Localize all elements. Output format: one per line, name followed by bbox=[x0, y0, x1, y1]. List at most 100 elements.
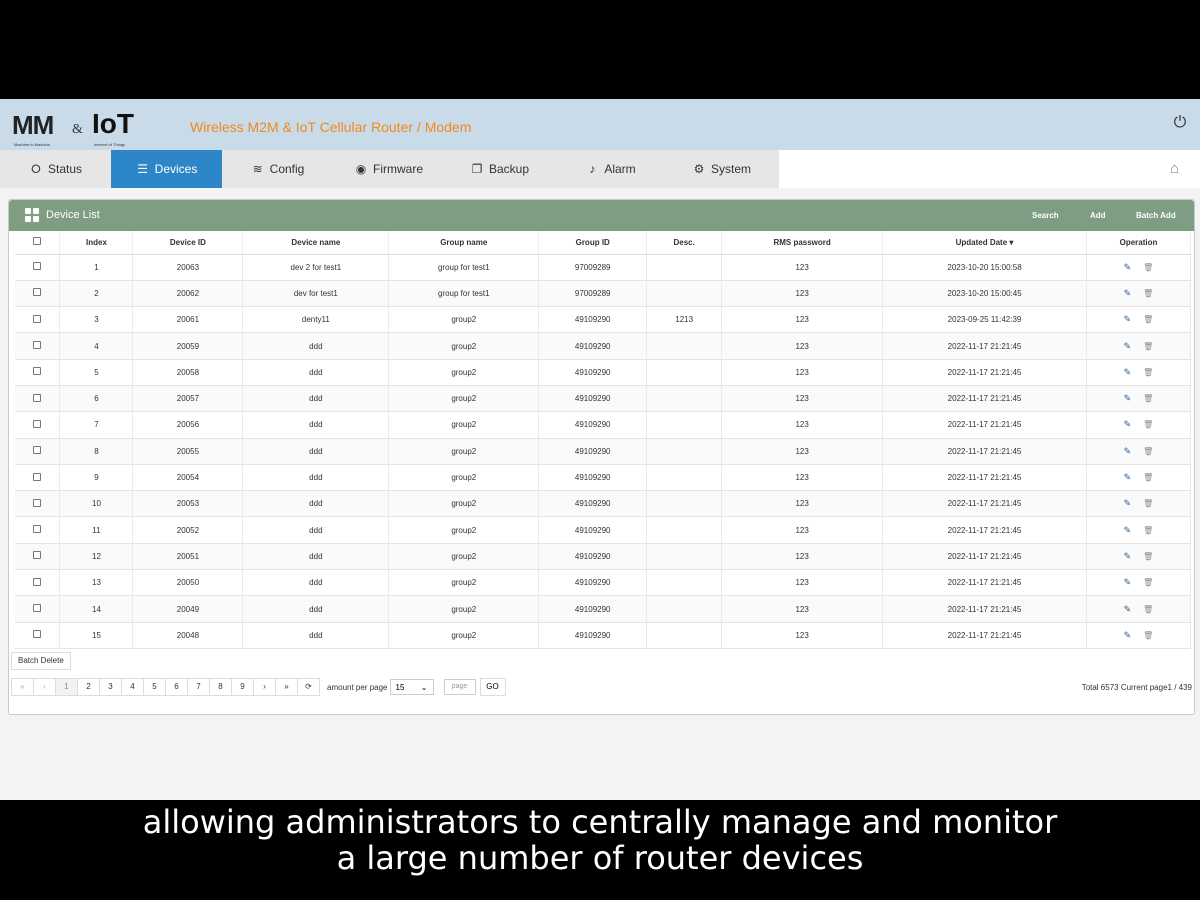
col-device-id[interactable]: Device ID bbox=[132, 231, 244, 255]
home-icon[interactable]: ⌂ bbox=[1170, 160, 1188, 178]
trash-icon[interactable]: 🗑 bbox=[1143, 447, 1153, 456]
edit-icon[interactable]: ✎ bbox=[1124, 393, 1132, 404]
edit-icon[interactable]: ✎ bbox=[1124, 551, 1132, 562]
table-row[interactable]: 13 20050 ddd group2 49109290 123 2022-11-17 21… bbox=[15, 569, 1192, 597]
row-checkbox[interactable] bbox=[33, 551, 42, 560]
row-checkbox[interactable] bbox=[33, 314, 42, 323]
table-row[interactable]: 2 20062 dev for test1 group for test1 970092… bbox=[15, 280, 1192, 308]
table-row[interactable]: 12 20051 ddd group2 49109290 123 2022-11-17 21… bbox=[15, 543, 1192, 571]
trash-icon[interactable]: 🗑 bbox=[1143, 605, 1153, 614]
col-group-id[interactable]: Group ID bbox=[538, 231, 648, 255]
batch-add-button[interactable]: Batch Add bbox=[1136, 211, 1176, 220]
row-checkbox[interactable] bbox=[33, 367, 42, 376]
tab-firmware[interactable]: ◉ Firmware bbox=[333, 150, 444, 188]
tab-backup[interactable]: ❐ Backup bbox=[444, 150, 555, 188]
table-row[interactable]: 15 20048 ddd group2 49109290 123 2022-11-17 21… bbox=[15, 622, 1192, 649]
row-checkbox[interactable] bbox=[33, 472, 42, 481]
row-checkbox[interactable] bbox=[33, 525, 42, 534]
tab-devices[interactable]: ☰ Devices bbox=[111, 150, 222, 188]
trash-icon[interactable]: 🗑 bbox=[1143, 499, 1153, 508]
edit-icon[interactable]: ✎ bbox=[1124, 367, 1132, 378]
tab-alarm[interactable]: ♪ Alarm bbox=[555, 150, 666, 188]
trash-icon[interactable]: 🗑 bbox=[1143, 526, 1153, 535]
edit-icon[interactable]: ✎ bbox=[1124, 419, 1132, 430]
trash-icon[interactable]: 🗑 bbox=[1143, 289, 1153, 298]
page-2-button[interactable]: 2 bbox=[77, 678, 100, 696]
col-updated-date[interactable]: Updated Date ▾ bbox=[882, 231, 1087, 255]
trash-icon[interactable]: 🗑 bbox=[1143, 631, 1153, 640]
table-row[interactable]: 6 20057 ddd group2 49109290 123 2022-11-17 21:… bbox=[15, 385, 1192, 413]
trash-icon[interactable]: 🗑 bbox=[1143, 263, 1153, 272]
col-group-name[interactable]: Group name bbox=[388, 231, 540, 255]
table-row[interactable]: 9 20054 ddd group2 49109290 123 2022-11-17 21:… bbox=[15, 464, 1192, 492]
row-checkbox[interactable] bbox=[33, 498, 42, 507]
table-row[interactable]: 7 20056 ddd group2 49109290 123 2022-11-17 21:… bbox=[15, 411, 1192, 439]
page-3-button[interactable]: 3 bbox=[99, 678, 122, 696]
page-1-button[interactable]: 1 bbox=[55, 678, 78, 696]
table-row[interactable]: 11 20052 ddd group2 49109290 123 2022-11-17 21… bbox=[15, 516, 1192, 544]
edit-icon[interactable]: ✎ bbox=[1124, 341, 1132, 352]
row-checkbox[interactable] bbox=[33, 419, 42, 428]
page-8-button[interactable]: 8 bbox=[209, 678, 232, 696]
row-checkbox[interactable] bbox=[33, 446, 42, 455]
last-page-button[interactable]: » bbox=[275, 678, 298, 696]
edit-icon[interactable]: ✎ bbox=[1124, 288, 1132, 299]
select-all-checkbox[interactable] bbox=[33, 237, 42, 246]
trash-icon[interactable]: 🗑 bbox=[1143, 394, 1153, 403]
tab-system[interactable]: ⚙ System bbox=[666, 150, 777, 188]
edit-icon[interactable]: ✎ bbox=[1124, 604, 1132, 615]
trash-icon[interactable]: 🗑 bbox=[1143, 315, 1153, 324]
col-index[interactable]: Index bbox=[59, 231, 134, 255]
batch-delete-button[interactable]: Batch Delete bbox=[11, 652, 71, 670]
tab-config[interactable]: ≋ Config bbox=[222, 150, 333, 188]
power-icon[interactable]: ⏻ bbox=[1170, 114, 1190, 134]
trash-icon[interactable]: 🗑 bbox=[1143, 578, 1153, 587]
page-5-button[interactable]: 5 bbox=[143, 678, 166, 696]
trash-icon[interactable]: 🗑 bbox=[1143, 342, 1153, 351]
page-4-button[interactable]: 4 bbox=[121, 678, 144, 696]
first-page-button[interactable]: « bbox=[11, 678, 34, 696]
trash-icon[interactable]: 🗑 bbox=[1143, 368, 1153, 377]
edit-icon[interactable]: ✎ bbox=[1124, 630, 1132, 641]
row-checkbox[interactable] bbox=[33, 262, 42, 271]
edit-icon[interactable]: ✎ bbox=[1124, 577, 1132, 588]
table-row[interactable]: 3 20061 denty11 group2 49109290 1213 123 2023-0… bbox=[15, 306, 1192, 334]
table-row[interactable]: 5 20058 ddd group2 49109290 123 2022-11-17 21:… bbox=[15, 359, 1192, 386]
row-checkbox[interactable] bbox=[33, 577, 42, 586]
search-button[interactable]: Search bbox=[1032, 211, 1059, 220]
next-page-button[interactable]: › bbox=[253, 678, 276, 696]
row-checkbox[interactable] bbox=[33, 341, 42, 350]
prev-page-button[interactable]: ‹ bbox=[33, 678, 56, 696]
col-desc[interactable]: Desc. bbox=[646, 231, 723, 255]
add-button[interactable]: Add bbox=[1090, 211, 1106, 220]
trash-icon[interactable]: 🗑 bbox=[1143, 552, 1153, 561]
table-row[interactable]: 10 20053 ddd group2 49109290 123 2022-11-17 21… bbox=[15, 490, 1192, 518]
page-7-button[interactable]: 7 bbox=[187, 678, 210, 696]
edit-icon[interactable]: ✎ bbox=[1124, 446, 1132, 457]
row-checkbox[interactable] bbox=[33, 288, 42, 297]
edit-icon[interactable]: ✎ bbox=[1124, 525, 1132, 536]
edit-icon[interactable]: ✎ bbox=[1124, 262, 1132, 273]
edit-icon[interactable]: ✎ bbox=[1124, 314, 1132, 325]
tab-status[interactable]: ⭘ Status bbox=[0, 150, 111, 188]
table-row[interactable]: 4 20059 ddd group2 49109290 123 2022-11-17 21:… bbox=[15, 332, 1192, 360]
page-6-button[interactable]: 6 bbox=[165, 678, 188, 696]
row-checkbox[interactable] bbox=[33, 604, 42, 612]
col-rms-password[interactable]: RMS password bbox=[721, 231, 884, 255]
edit-icon[interactable]: ✎ bbox=[1124, 498, 1132, 509]
go-button[interactable]: GO bbox=[479, 678, 506, 696]
edit-icon[interactable]: ✎ bbox=[1124, 472, 1132, 483]
page-9-button[interactable]: 9 bbox=[231, 678, 254, 696]
row-checkbox[interactable] bbox=[33, 630, 42, 639]
cell-group-name: group2 bbox=[388, 332, 540, 360]
page-input[interactable]: page bbox=[443, 679, 476, 695]
trash-icon[interactable]: 🗑 bbox=[1143, 473, 1153, 482]
table-row[interactable]: 1 20063 dev 2 for test1 group for test1 9700… bbox=[15, 254, 1192, 281]
table-row[interactable]: 14 20049 ddd group2 49109290 123 2022-11-17 21… bbox=[15, 595, 1192, 623]
refresh-icon[interactable]: ⟳ bbox=[297, 678, 320, 696]
col-device-name[interactable]: Device name bbox=[242, 231, 390, 255]
table-row[interactable]: 8 20055 ddd group2 49109290 123 2022-11-17 21:… bbox=[15, 438, 1192, 465]
trash-icon[interactable]: 🗑 bbox=[1143, 420, 1153, 429]
per-page-select[interactable]: 15 ⌄ bbox=[389, 679, 434, 695]
row-checkbox[interactable] bbox=[33, 393, 42, 402]
